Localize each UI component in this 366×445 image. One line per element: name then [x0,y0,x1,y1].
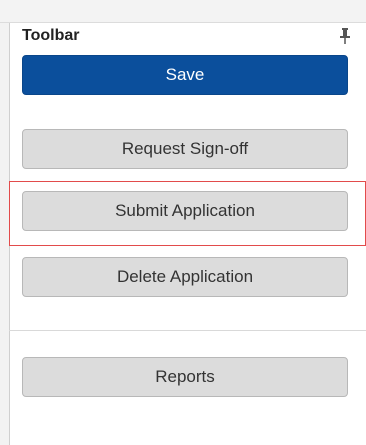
top-strip [0,0,366,23]
delete-application-button[interactable]: Delete Application [22,257,348,297]
request-signoff-button[interactable]: Request Sign-off [22,129,348,169]
pin-icon[interactable] [338,28,352,44]
toolbar-title: Toolbar [22,27,80,44]
submit-application-button[interactable]: Submit Application [22,191,348,231]
reports-button[interactable]: Reports [22,357,348,397]
save-button[interactable]: Save [22,55,348,95]
page: Toolbar Save Request Sign-off Submit App… [0,0,366,445]
pin-icon-graphic [340,28,350,44]
toolbar-header: Toolbar [22,23,352,49]
divider [9,330,366,331]
